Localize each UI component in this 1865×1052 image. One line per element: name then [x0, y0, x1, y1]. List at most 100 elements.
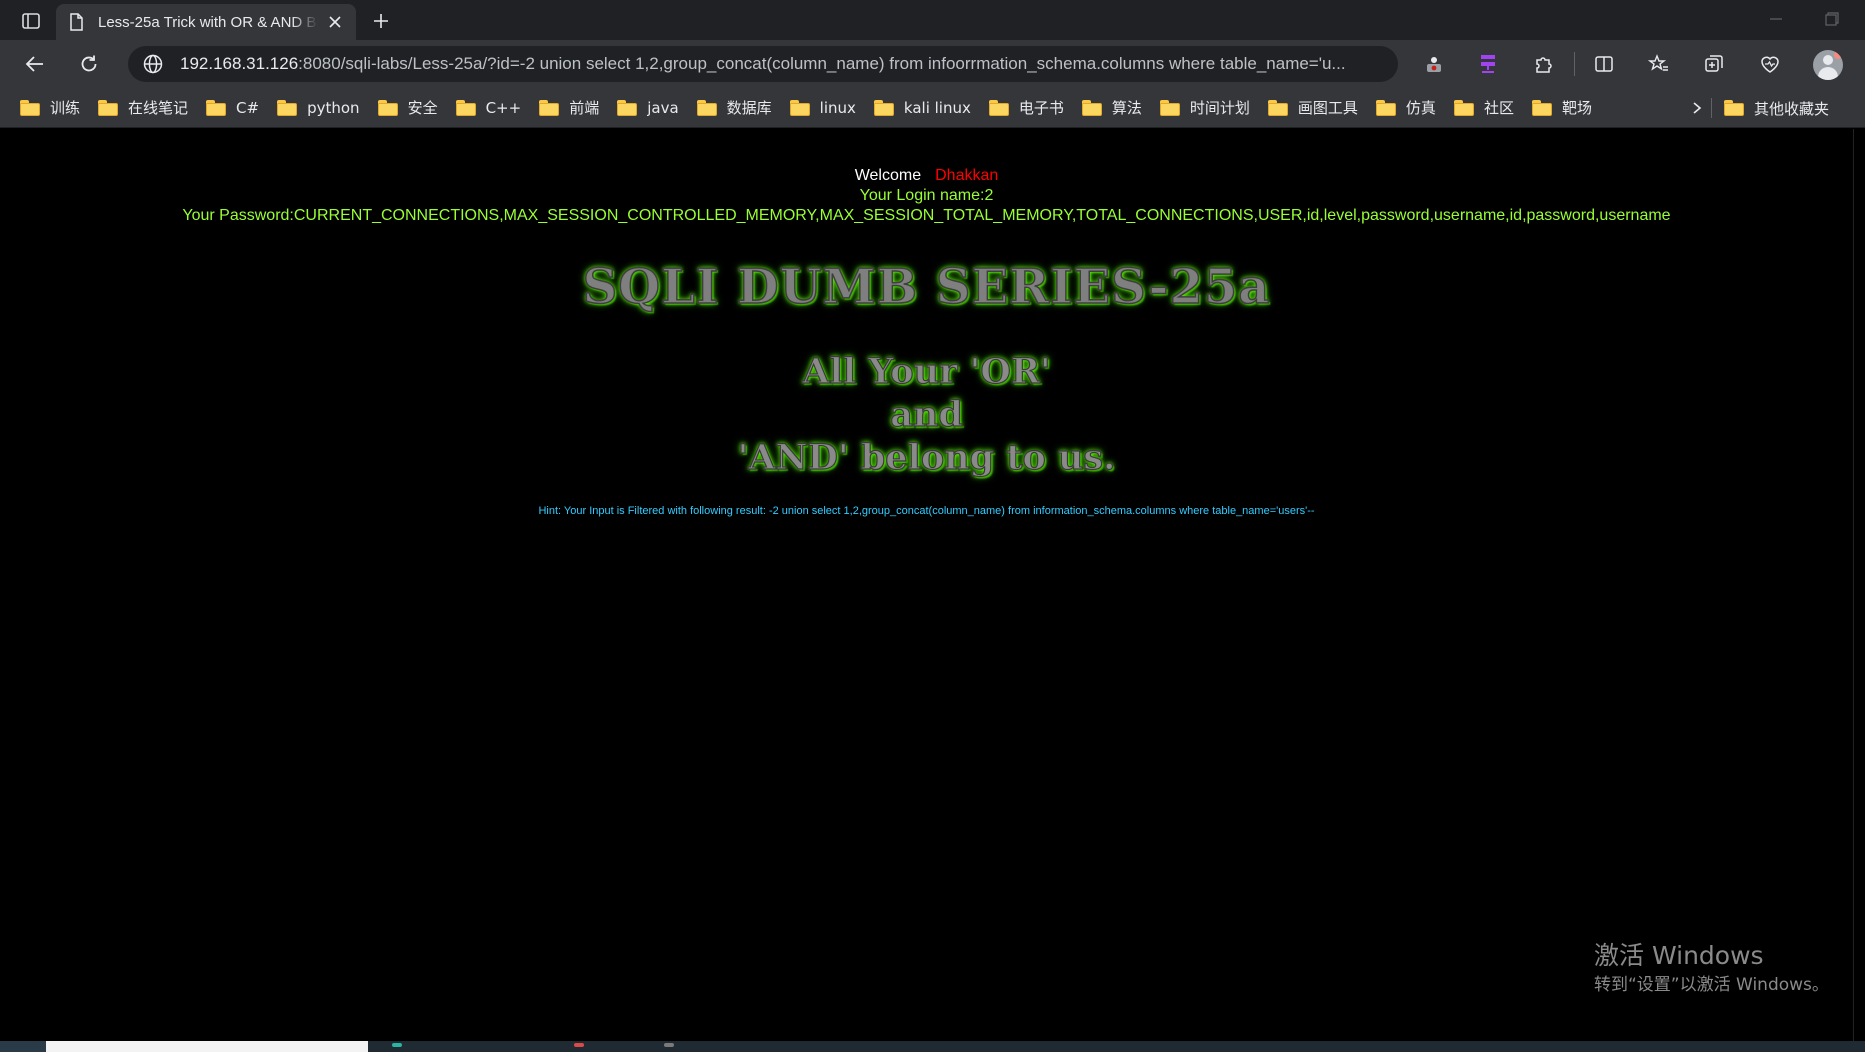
extensions-puzzle-icon[interactable] — [1530, 50, 1558, 78]
bookmark-folder[interactable]: python — [273, 93, 367, 123]
address-bar[interactable]: 192.168.31.126:8080/sqli-labs/Less-25a/?… — [128, 46, 1398, 82]
url-text[interactable]: 192.168.31.126:8080/sqli-labs/Less-25a/?… — [180, 54, 1398, 74]
activate-windows-title: 激活 Windows — [1594, 941, 1764, 970]
collections-icon[interactable] — [1700, 50, 1728, 78]
other-bookmarks-label: 其他收藏夹 — [1754, 99, 1830, 118]
bookmark-label: 画图工具 — [1297, 99, 1358, 117]
vertical-scrollbar[interactable] — [1853, 129, 1865, 1041]
filter-hint-text: Hint: Your Input is Filtered with follow… — [538, 505, 1315, 517]
bookmark-label: kali linux — [903, 98, 971, 117]
bookmark-folder[interactable]: kali linux — [870, 93, 979, 123]
reload-icon[interactable] — [72, 48, 106, 80]
bookmark-label: 安全 — [407, 99, 438, 117]
url-path: :8080/sqli-labs/Less-25a/?id=-2 union se… — [298, 54, 1346, 73]
login-name-text: Your Login name:2 — [859, 187, 994, 204]
network-extension-icon[interactable] — [1474, 50, 1502, 78]
minimize-icon[interactable] — [1756, 6, 1796, 32]
tagline-line-3: 'AND' belong to us. — [737, 436, 1116, 478]
bookmark-folder[interactable]: 训练 — [16, 93, 88, 123]
folder-icon — [617, 99, 638, 116]
bookmark-label: 时间计划 — [1189, 99, 1250, 117]
globe-icon[interactable] — [142, 53, 164, 75]
bookmark-label: 社区 — [1483, 99, 1514, 117]
bookmark-folder[interactable]: 画图工具 — [1264, 93, 1366, 123]
bookmark-label: 前端 — [569, 99, 600, 117]
bookmark-folder[interactable]: 电子书 — [985, 93, 1072, 123]
folder-icon — [789, 99, 810, 116]
tab-actions-icon[interactable] — [12, 6, 50, 36]
bookmarks-divider — [1711, 98, 1712, 118]
folder-icon — [1159, 99, 1180, 116]
welcome-line: Welcome Dhakkan — [0, 167, 1853, 185]
favorites-star-icon[interactable] — [1645, 50, 1673, 78]
folder-icon — [1267, 99, 1288, 116]
bookmark-label: C++ — [485, 98, 522, 117]
bookmark-label: 靶场 — [1561, 99, 1592, 117]
folder-icon — [873, 99, 894, 116]
bookmark-folder[interactable]: 前端 — [535, 93, 607, 123]
taskbar-search-box[interactable] — [46, 1041, 368, 1052]
bookmark-label: 训练 — [50, 99, 81, 117]
welcome-text: Welcome — [854, 167, 922, 184]
bookmark-label: python — [307, 98, 360, 117]
tagline-line-2: and — [890, 393, 964, 435]
series-banner: SQLI DUMB SERIES-25a — [582, 258, 1271, 316]
close-tab-icon[interactable] — [324, 11, 346, 33]
bookmark-label: 仿真 — [1405, 99, 1436, 117]
start-button[interactable] — [0, 1041, 46, 1052]
other-bookmarks-item: 其他收藏夹 — [1720, 93, 1837, 123]
tab-title: Less-25a Trick with OR & AND Blind — [98, 13, 318, 31]
folder-icon — [539, 99, 560, 116]
taskbar-app-icon[interactable] — [392, 1043, 402, 1047]
back-arrow-icon[interactable] — [18, 48, 52, 80]
password-text: Your Password:CURRENT_CONNECTIONS,MAX_SE… — [182, 207, 1671, 224]
browser-essentials-icon[interactable] — [1756, 50, 1784, 78]
taskbar-app-icon[interactable] — [574, 1043, 584, 1047]
page-icon — [66, 12, 86, 32]
toolbar-separator — [1574, 52, 1575, 76]
bookmark-label: 在线笔记 — [128, 99, 189, 117]
new-tab-icon[interactable] — [366, 6, 396, 36]
bookmark-folder[interactable]: 时间计划 — [1156, 93, 1258, 123]
bookmark-folder[interactable]: 数据库 — [693, 93, 780, 123]
bookmark-label: 电子书 — [1018, 99, 1064, 117]
bookmark-label: linux — [819, 98, 856, 117]
split-screen-icon[interactable] — [1590, 50, 1618, 78]
url-host: 192.168.31.126 — [180, 54, 299, 73]
bookmark-folder[interactable]: 靶场 — [1528, 93, 1600, 123]
bookmark-folder[interactable]: C# — [202, 93, 267, 123]
toolbar: 192.168.31.126:8080/sqli-labs/Less-25a/?… — [0, 40, 1865, 88]
bookmark-folder[interactable]: C++ — [452, 93, 530, 123]
bookmark-label: java — [647, 98, 679, 117]
folder-icon — [988, 99, 1009, 116]
bookmark-folder[interactable]: linux — [786, 93, 864, 123]
tagline-line-1: All Your 'OR' — [802, 350, 1052, 392]
folder-icon — [1081, 99, 1102, 116]
folder-icon — [696, 99, 717, 116]
other-bookmarks[interactable]: 其他收藏夹 — [1720, 88, 1837, 128]
bookmark-folder[interactable]: 安全 — [374, 93, 446, 123]
folder-icon — [1453, 99, 1474, 116]
bookmark-label: 数据库 — [726, 99, 772, 117]
bookmark-folder[interactable]: 社区 — [1450, 93, 1522, 123]
folder-icon — [377, 99, 398, 116]
folder-icon — [277, 99, 298, 116]
chevron-right-icon[interactable] — [1684, 93, 1710, 123]
bookmark-folder[interactable]: 仿真 — [1372, 93, 1444, 123]
bookmark-folder[interactable]: java — [613, 93, 686, 123]
bookmarks-bar: 训练 在线笔记 C# python 安全 C++ 前端 java 数据库 linux kali li… — [0, 88, 1865, 128]
taskbar — [0, 1041, 1865, 1052]
activate-windows-subtitle: 转到“设置”以激活 Windows。 — [1594, 975, 1829, 995]
bookmark-folder[interactable]: 算法 — [1078, 93, 1150, 123]
folder-icon — [206, 99, 227, 116]
taskbar-app-icon[interactable] — [664, 1043, 674, 1047]
avatar-body — [1818, 67, 1838, 80]
restore-icon[interactable] — [1812, 6, 1852, 32]
bookmark-label: C# — [236, 98, 260, 117]
folder-icon — [455, 99, 476, 116]
avatar-head — [1823, 55, 1833, 65]
bookmark-folder[interactable]: 在线笔记 — [94, 93, 196, 123]
profile-avatar[interactable] — [1813, 50, 1843, 80]
camera-extension-icon[interactable] — [1420, 50, 1448, 78]
active-tab[interactable]: Less-25a Trick with OR & AND Blind — [56, 4, 356, 40]
